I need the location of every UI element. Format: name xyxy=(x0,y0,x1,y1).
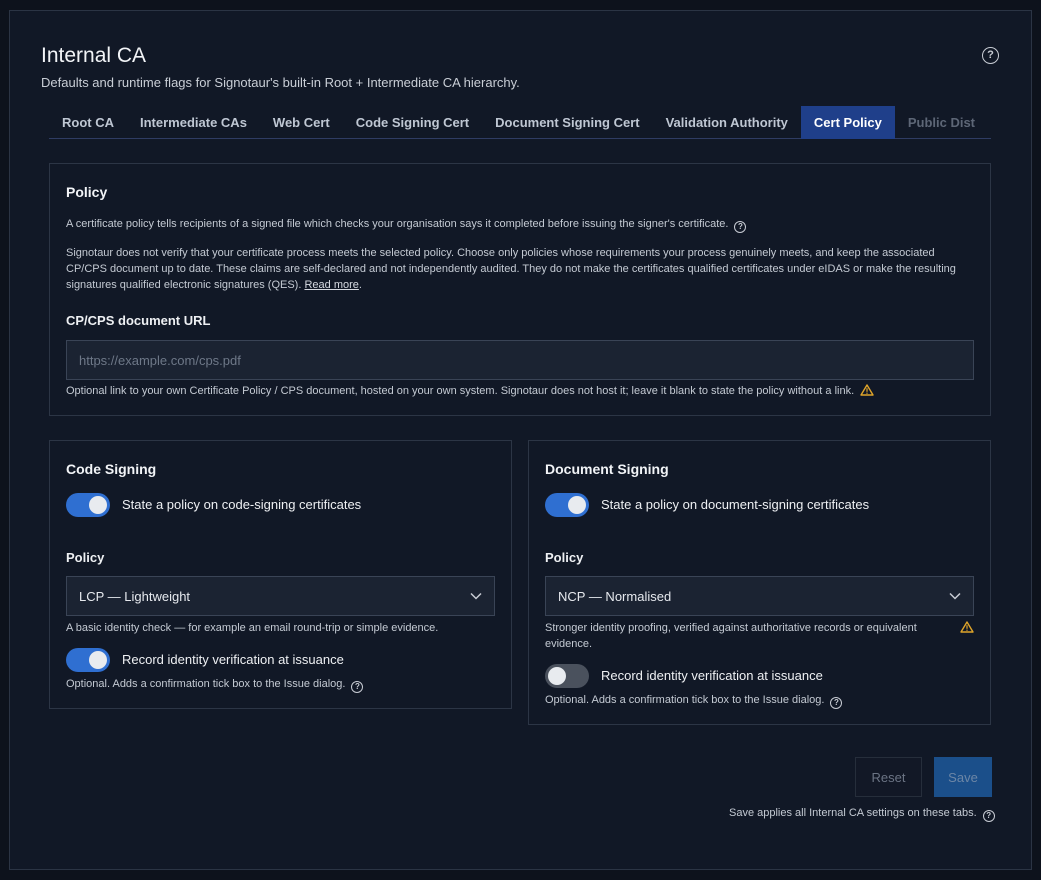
document-signing-policy-label: Policy xyxy=(545,550,584,565)
chevron-down-icon xyxy=(470,592,482,600)
policy-disclaimer-text: Signotaur does not verify that your cert… xyxy=(66,247,956,291)
read-more-link[interactable]: Read more xyxy=(304,279,358,291)
tab-document-signing-cert[interactable]: Document Signing Cert xyxy=(482,106,652,139)
code-signing-toggle-label: State a policy on code-signing certifica… xyxy=(122,497,362,512)
save-note: Save applies all Internal CA settings on… xyxy=(729,807,995,822)
warning-icon xyxy=(860,384,874,396)
reset-button[interactable]: Reset xyxy=(855,757,922,797)
policy-intro-text: A certificate policy tells recipients of… xyxy=(66,218,729,230)
question-circle-icon[interactable]: ? xyxy=(830,697,843,709)
document-signing-policy-help: Stronger identity proofing, verified aga… xyxy=(545,622,917,650)
toggle-knob xyxy=(568,496,586,514)
code-signing-verify-label: Record identity verification at issuance xyxy=(122,652,344,667)
cps-url-help: Optional link to your own Certificate Po… xyxy=(66,383,976,399)
code-signing-policy-select[interactable]: LCP — Lightweight xyxy=(66,576,495,616)
save-note-text: Save applies all Internal CA settings on… xyxy=(729,807,977,819)
page-subtitle: Defaults and runtime flags for Signotaur… xyxy=(41,75,520,90)
policy-heading: Policy xyxy=(66,184,108,200)
warning-icon xyxy=(960,621,974,633)
code-signing-policy-value: LCP — Lightweight xyxy=(79,588,191,604)
document-signing-heading: Document Signing xyxy=(545,461,669,477)
save-button[interactable]: Save xyxy=(934,757,992,797)
code-signing-verify-help-text: Optional. Adds a confirmation tick box t… xyxy=(66,678,346,690)
cps-url-label: CP/CPS document URL xyxy=(66,313,211,328)
code-signing-policy-toggle[interactable] xyxy=(66,493,110,517)
document-signing-verify-help-text: Optional. Adds a confirmation tick box t… xyxy=(545,694,825,706)
tab-cert-policy[interactable]: Cert Policy xyxy=(800,106,895,139)
question-circle-icon[interactable]: ? xyxy=(982,47,999,64)
tab-code-signing-cert[interactable]: Code Signing Cert xyxy=(343,106,482,139)
cps-url-input[interactable]: https://example.com/cps.pdf xyxy=(66,340,974,380)
tab-web-cert[interactable]: Web Cert xyxy=(260,106,343,139)
chevron-down-icon xyxy=(949,592,961,600)
question-circle-icon[interactable]: ? xyxy=(734,221,747,233)
policy-panel: Policy A certificate policy tells recipi… xyxy=(49,163,991,416)
document-signing-verify-label: Record identity verification at issuance xyxy=(601,668,823,683)
tab-validation-authority[interactable]: Validation Authority xyxy=(653,106,801,139)
document-signing-policy-value: NCP — Normalised xyxy=(558,588,672,604)
tab-intermediate-cas[interactable]: Intermediate CAs xyxy=(127,106,260,139)
tab-root-ca[interactable]: Root CA xyxy=(49,106,127,139)
toggle-knob xyxy=(89,496,107,514)
toggle-knob xyxy=(548,667,566,685)
document-signing-toggle-label: State a policy on document-signing certi… xyxy=(601,497,870,512)
tab-bar: Root CA Intermediate CAs Web Cert Code S… xyxy=(49,106,991,139)
code-signing-policy-label: Policy xyxy=(66,550,105,565)
document-signing-verify-help: Optional. Adds a confirmation tick box t… xyxy=(545,692,975,709)
policy-disclaimer: Signotaur does not verify that your cert… xyxy=(66,247,956,291)
code-signing-verify-toggle[interactable] xyxy=(66,648,110,672)
code-signing-verify-help: Optional. Adds a confirmation tick box t… xyxy=(66,676,496,693)
document-signing-policy-toggle[interactable] xyxy=(545,493,589,517)
document-signing-panel: Document Signing State a policy on docum… xyxy=(528,440,991,725)
tab-public-dist: Public Dist xyxy=(907,115,976,130)
internal-ca-card: Internal CA Defaults and runtime flags f… xyxy=(9,10,1032,870)
cps-url-help-text: Optional link to your own Certificate Po… xyxy=(66,385,855,397)
document-signing-verify-toggle[interactable] xyxy=(545,664,589,688)
document-signing-policy-select[interactable]: NCP — Normalised xyxy=(545,576,974,616)
question-circle-icon[interactable]: ? xyxy=(982,810,995,822)
code-signing-panel: Code Signing State a policy on code-sign… xyxy=(49,440,512,709)
toggle-knob xyxy=(89,651,107,669)
policy-intro: A certificate policy tells recipients of… xyxy=(66,216,966,233)
page-title: Internal CA xyxy=(41,44,147,67)
code-signing-heading: Code Signing xyxy=(66,461,157,477)
question-circle-icon[interactable]: ? xyxy=(351,681,364,693)
code-signing-policy-help: A basic identity check — for example an … xyxy=(66,622,439,634)
